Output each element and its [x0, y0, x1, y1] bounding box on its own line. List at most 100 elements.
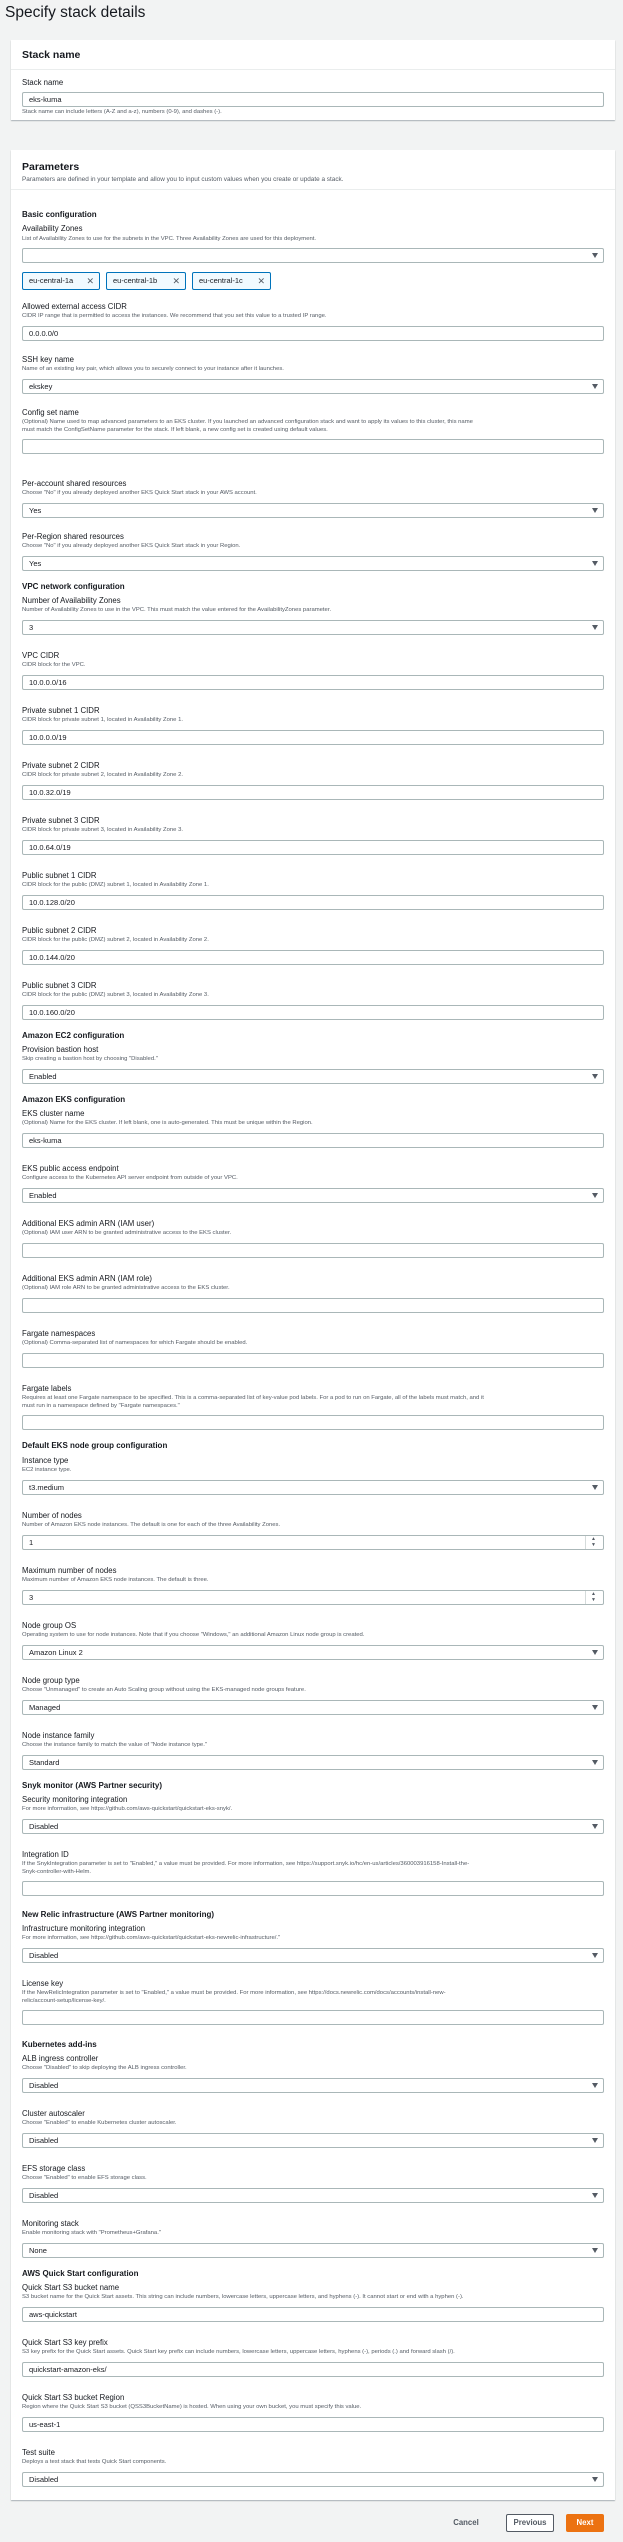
ssh-key-select[interactable]: ekskey — [22, 379, 604, 394]
per-account-select[interactable]: Yes — [22, 503, 604, 518]
pub2-value: 10.0.144.0/20 — [29, 953, 75, 962]
max-nodes-description: Maximum number of Amazon EKS node instan… — [22, 1577, 209, 1583]
chevron-down-icon — [592, 2193, 598, 2198]
num-az-select[interactable]: 3 — [22, 620, 604, 635]
pub1-description: CIDR block for the public (DMZ) subnet 1… — [22, 882, 209, 888]
section-k8s-heading: Kubernetes add-ins — [22, 2040, 97, 2049]
pub3-input[interactable]: 10.0.160.0/20 — [22, 1005, 604, 1020]
pub2-input[interactable]: 10.0.144.0/20 — [22, 950, 604, 965]
monitoring-value: None — [29, 2246, 47, 2255]
priv2-label: Private subnet 2 CIDR — [22, 761, 100, 770]
monitoring-select[interactable]: None — [22, 2243, 604, 2258]
per-account-description: Choose "No" if you already deployed anot… — [22, 490, 257, 496]
cidr-access-value: 0.0.0.0/0 — [29, 329, 59, 338]
admin-user-input[interactable] — [22, 1243, 604, 1258]
test-suite-description: Deploys a test stack that tests Quick St… — [22, 2459, 167, 2465]
s3-bucket-value: aws-quickstart — [29, 2310, 77, 2319]
snyk-integration-label: Security monitoring integration — [22, 1795, 128, 1804]
instance-type-select[interactable]: t3.medium — [22, 1480, 604, 1495]
section-nodegroup-heading: Default EKS node group configuration — [22, 1441, 168, 1450]
cidr-access-description: CIDR IP range that is permitted to acces… — [22, 313, 327, 319]
s3-bucket-input[interactable]: aws-quickstart — [22, 2307, 604, 2322]
admin-role-input[interactable] — [22, 1298, 604, 1313]
priv3-value: 10.0.64.0/19 — [29, 843, 71, 852]
chevron-down-icon — [592, 2248, 598, 2253]
az-token-label: eu-central-1c — [199, 276, 243, 285]
priv1-input[interactable]: 10.0.0.0/19 — [22, 730, 604, 745]
license-key-input[interactable] — [22, 2010, 604, 2025]
public-endpoint-label: EKS public access endpoint — [22, 1164, 119, 1173]
cidr-access-input[interactable]: 0.0.0.0/0 — [22, 326, 604, 341]
az-token-label: eu-central-1b — [113, 276, 158, 285]
cluster-name-input[interactable]: eks-kuma — [22, 1133, 604, 1148]
max-nodes-number-input[interactable]: 3 ▲ ▼ — [22, 1590, 604, 1605]
instance-family-select[interactable]: Standard — [22, 1755, 604, 1770]
section-eks-heading: Amazon EKS configuration — [22, 1095, 126, 1104]
priv2-value: 10.0.32.0/19 — [29, 788, 71, 797]
priv2-description: CIDR block for private subnet 2, located… — [22, 772, 183, 778]
bastion-select[interactable]: Enabled — [22, 1069, 604, 1084]
alb-value: Disabled — [29, 2081, 59, 2090]
s3-prefix-input[interactable]: quickstart-amazon-eks/ — [22, 2362, 604, 2377]
num-nodes-description: Number of Amazon EKS node instances. The… — [22, 1522, 281, 1528]
public-endpoint-select[interactable]: Enabled — [22, 1188, 604, 1203]
stack-name-input[interactable]: eks-kuma — [22, 92, 604, 107]
pub1-input[interactable]: 10.0.128.0/20 — [22, 895, 604, 910]
next-button[interactable]: Next — [566, 2514, 604, 2532]
priv2-input[interactable]: 10.0.32.0/19 — [22, 785, 604, 800]
fargate-labels-input[interactable] — [22, 1415, 604, 1430]
az-select[interactable] — [22, 248, 604, 263]
vpc-cidr-input[interactable]: 10.0.0.0/16 — [22, 675, 604, 690]
stepper-icon[interactable]: ▲ ▼ — [590, 1536, 597, 1549]
alb-label: ALB ingress controller — [22, 2054, 99, 2063]
s3-bucket-description: S3 bucket name for the Quick Start asset… — [22, 2294, 464, 2300]
pub3-value: 10.0.160.0/20 — [29, 1008, 75, 1017]
section-basic-heading: Basic configuration — [22, 210, 97, 219]
previous-button[interactable]: Previous — [506, 2514, 554, 2532]
parameters-panel-header: Parameters Parameters are defined in you… — [11, 150, 615, 190]
priv3-input[interactable]: 10.0.64.0/19 — [22, 840, 604, 855]
decrement-icon[interactable]: ▼ — [590, 1597, 597, 1604]
section-ec2-heading: Amazon EC2 configuration — [22, 1031, 125, 1040]
decrement-icon[interactable]: ▼ — [590, 1542, 597, 1549]
num-az-label: Number of Availability Zones — [22, 596, 121, 605]
ssh-key-label: SSH key name — [22, 355, 75, 364]
s3-region-value: us-east-1 — [29, 2420, 61, 2429]
cancel-button[interactable]: Cancel — [450, 2514, 482, 2532]
node-os-select[interactable]: Amazon Linux 2 — [22, 1645, 604, 1660]
num-nodes-value: 1 — [29, 1538, 34, 1547]
alb-select[interactable]: Disabled — [22, 2078, 604, 2093]
node-group-type-select[interactable]: Managed — [22, 1700, 604, 1715]
snyk-org-input[interactable] — [22, 1881, 604, 1896]
newrelic-integration-select[interactable]: Disabled — [22, 1948, 604, 1963]
stepper-divider — [585, 1591, 586, 1604]
cluster-name-label: EKS cluster name — [22, 1109, 85, 1118]
close-icon[interactable]: ✕ — [86, 273, 94, 289]
snyk-integration-select[interactable]: Disabled — [22, 1819, 604, 1834]
autoscaler-select[interactable]: Disabled — [22, 2133, 604, 2148]
close-icon[interactable]: ✕ — [172, 273, 180, 289]
priv1-description: CIDR block for private subnet 1, located… — [22, 717, 183, 723]
s3-prefix-value: quickstart-amazon-eks/ — [29, 2365, 107, 2374]
autoscaler-value: Disabled — [29, 2136, 59, 2145]
efs-select[interactable]: Disabled — [22, 2188, 604, 2203]
priv1-value: 10.0.0.0/19 — [29, 733, 67, 742]
stepper-icon[interactable]: ▲ ▼ — [590, 1591, 597, 1604]
per-region-select[interactable]: Yes — [22, 556, 604, 571]
pub2-description: CIDR block for the public (DMZ) subnet 2… — [22, 937, 209, 943]
priv1-label: Private subnet 1 CIDR — [22, 706, 100, 715]
stack-name-hint: Stack name can include letters (A-Z and … — [22, 109, 222, 115]
config-set-input[interactable] — [22, 439, 604, 454]
fargate-labels-label: Fargate labels — [22, 1384, 72, 1393]
node-group-type-label: Node group type — [22, 1676, 80, 1685]
s3-region-input[interactable]: us-east-1 — [22, 2417, 604, 2432]
admin-role-label: Additional EKS admin ARN (IAM role) — [22, 1274, 152, 1283]
chevron-down-icon — [592, 625, 598, 630]
close-icon[interactable]: ✕ — [257, 273, 265, 289]
test-suite-select[interactable]: Disabled — [22, 2472, 604, 2487]
num-nodes-number-input[interactable]: 1 ▲ ▼ — [22, 1535, 604, 1550]
chevron-down-icon — [592, 253, 598, 258]
chevron-down-icon — [592, 561, 598, 566]
chevron-down-icon — [592, 2477, 598, 2482]
fargate-ns-input[interactable] — [22, 1353, 604, 1368]
